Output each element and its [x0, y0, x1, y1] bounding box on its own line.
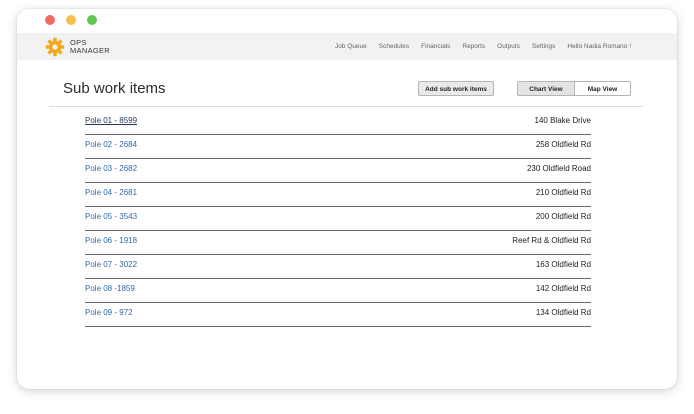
list-item: Pole 02 - 2684 258 Oldfield Rd: [85, 135, 591, 159]
window-minimize-button[interactable]: [66, 15, 76, 25]
list-item: Pole 01 - 8599 140 Blake Drive: [85, 111, 591, 135]
header-divider: [49, 106, 643, 107]
nav-schedules[interactable]: Schedules: [379, 43, 409, 50]
add-sub-work-items-button[interactable]: Add sub work items: [418, 81, 494, 96]
list-item: Pole 08 -1859 142 Oldfield Rd: [85, 279, 591, 303]
sub-work-items-list: Pole 01 - 8599 140 Blake Drive Pole 02 -…: [85, 111, 591, 327]
list-item-address: 230 Oldfield Road: [526, 164, 591, 173]
list-item: Pole 04 - 2681 210 Oldfield Rd: [85, 183, 591, 207]
nav-financials[interactable]: Financials: [421, 43, 450, 50]
window-titlebar: [17, 9, 677, 33]
list-item-name-link[interactable]: Pole 02 - 2684: [85, 140, 137, 149]
list-item-address: 258 Oldfield Rd: [535, 140, 591, 149]
top-navbar: OPS MANAGER Job Queue Schedules Financia…: [17, 33, 677, 60]
list-item: Pole 06 - 1918 Reef Rd & Oldfield Rd: [85, 231, 591, 255]
logo-text-line2: MANAGER: [70, 46, 111, 55]
nav-reports[interactable]: Reports: [462, 43, 485, 50]
app-window: OPS MANAGER Job Queue Schedules Financia…: [17, 9, 677, 389]
nav-user-greeting[interactable]: Hello Nadia Romano !: [567, 43, 631, 50]
list-item-address: 142 Oldfield Rd: [535, 284, 591, 293]
list-item-name-link[interactable]: Pole 06 - 1918: [85, 236, 137, 245]
gear-icon: [45, 37, 65, 57]
app-logo[interactable]: OPS MANAGER: [45, 36, 110, 58]
list-item-address: 140 Blake Drive: [534, 116, 591, 125]
page-title: Sub work items: [63, 80, 166, 97]
window-maximize-button[interactable]: [87, 15, 97, 25]
list-item-name-link[interactable]: Pole 05 - 3543: [85, 212, 137, 221]
nav-settings[interactable]: Settings: [532, 43, 556, 50]
logo-text: OPS MANAGER: [70, 39, 110, 55]
chart-view-button[interactable]: Chart View: [517, 81, 575, 96]
list-item: Pole 07 - 3022 163 Oldfield Rd: [85, 255, 591, 279]
nav-outputs[interactable]: Outputs: [497, 43, 520, 50]
list-item-name-link[interactable]: Pole 09 - 972: [85, 308, 133, 317]
list-item-address: 210 Oldfield Rd: [535, 188, 591, 197]
nav-links: Job Queue Schedules Financials Reports O…: [323, 33, 631, 60]
list-item-address: 163 Oldfield Rd: [535, 260, 591, 269]
list-item-name-link[interactable]: Pole 04 - 2681: [85, 188, 137, 197]
nav-job-queue[interactable]: Job Queue: [335, 43, 367, 50]
list-item: Pole 09 - 972 134 Oldfield Rd: [85, 303, 591, 327]
list-item-address: Reef Rd & Oldfield Rd: [512, 236, 591, 245]
list-item-address: 200 Oldfield Rd: [535, 212, 591, 221]
list-item-name-link[interactable]: Pole 08 -1859: [85, 284, 135, 293]
list-item-name-link[interactable]: Pole 01 - 8599: [85, 116, 137, 125]
list-item: Pole 05 - 3543 200 Oldfield Rd: [85, 207, 591, 231]
map-view-button[interactable]: Map View: [574, 81, 631, 96]
list-item-name-link[interactable]: Pole 07 - 3022: [85, 260, 137, 269]
list-item: Pole 03 - 2682 230 Oldfield Road: [85, 159, 591, 183]
window-close-button[interactable]: [45, 15, 55, 25]
list-item-address: 134 Oldfield Rd: [535, 308, 591, 317]
list-item-name-link[interactable]: Pole 03 - 2682: [85, 164, 137, 173]
